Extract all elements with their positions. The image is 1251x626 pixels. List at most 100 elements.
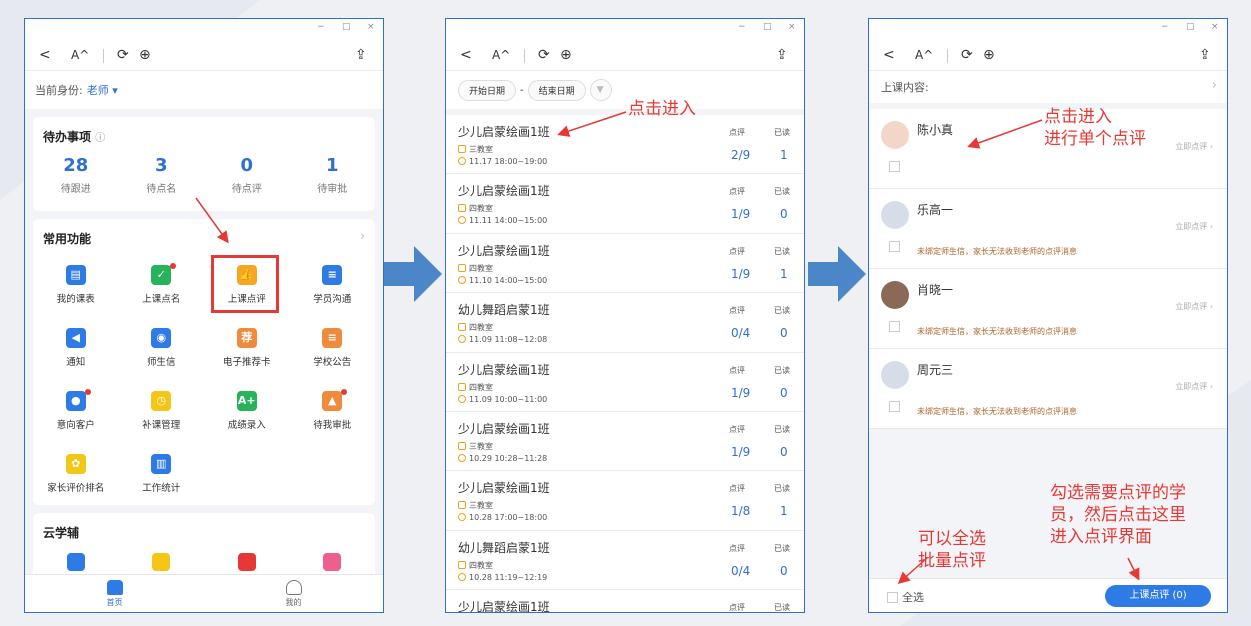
class-content-label: 上课内容: <box>881 81 929 94</box>
font-size-icon[interactable]: A^ <box>492 45 510 65</box>
feature-item[interactable]: ◷ 补课管理 <box>119 383 205 446</box>
role-selector[interactable]: 老师 ▾ <box>87 82 118 98</box>
back-icon[interactable]: < <box>883 45 895 65</box>
class-row[interactable]: 幼儿舞蹈启蒙1班 四教室 10.28 11:19~12:19 点评 已读 0/4 0 <box>446 530 804 591</box>
feature-item[interactable]: A+ 成绩录入 <box>204 383 290 446</box>
share-icon[interactable]: ⇪ <box>776 45 788 65</box>
rate-now-link[interactable]: 立即点评 › <box>1175 301 1213 312</box>
read-header: 已读 <box>774 246 790 256</box>
form-icon[interactable] <box>323 553 342 571</box>
highlight-box <box>211 255 279 313</box>
minimize-button[interactable]: − <box>317 22 325 32</box>
date-dash: - <box>520 84 524 96</box>
globe-icon[interactable]: ⊕ <box>139 45 151 65</box>
maximize-button[interactable]: □ <box>342 22 351 32</box>
class-time: 11.09 10:00~11:00 <box>458 394 547 404</box>
edit-icon[interactable] <box>66 553 85 571</box>
student-row: 乐高一 立即点评 › 未绑定师生信，家长无法收到老师的点评消息 <box>869 189 1227 269</box>
announcement-icon: ≡ <box>322 328 343 348</box>
feature-item[interactable]: ✓ 上课点名 <box>119 257 205 320</box>
minimize-button[interactable]: − <box>1161 22 1169 32</box>
feature-item[interactable]: ✿ 家长评价排名 <box>33 446 119 509</box>
globe-icon[interactable]: ⊕ <box>560 45 572 65</box>
help-icon[interactable]: ⓘ <box>95 133 105 144</box>
comment-header: 点评 <box>729 543 745 553</box>
question-icon[interactable] <box>237 553 256 571</box>
maximize-button[interactable]: □ <box>1186 22 1195 32</box>
class-row[interactable]: 少儿启蒙绘画1班 四教室 11.09 10:00~11:00 点评 已读 1/9 0 <box>446 352 804 412</box>
end-date-button[interactable]: 结束日期 <box>527 79 586 101</box>
feature-item[interactable]: ▲ 待我审批 <box>290 383 376 446</box>
maximize-button[interactable]: □ <box>763 22 772 32</box>
feature-item[interactable]: ◉ 师生信 <box>119 320 205 383</box>
date-filter: 开始日期 - 结束日期 ▼ <box>446 71 804 109</box>
student-checkbox[interactable] <box>889 321 900 332</box>
classroom-label: 四教室 <box>469 382 493 392</box>
nav-mine[interactable]: 我的 <box>204 575 383 612</box>
back-icon[interactable]: < <box>460 45 472 65</box>
clock-icon <box>458 216 466 225</box>
rate-now-link[interactable]: 立即点评 › <box>1175 221 1213 232</box>
student-checkbox[interactable] <box>889 241 900 252</box>
classroom: 四教室 <box>458 263 493 274</box>
task-icon[interactable] <box>152 553 171 571</box>
class-row[interactable]: 幼儿舞蹈启蒙1班 四教室 11.09 11:08~12:08 点评 已读 0/4 0 <box>446 293 804 353</box>
back-icon[interactable]: < <box>39 45 51 65</box>
font-size-icon[interactable]: A^ <box>71 45 89 65</box>
avatar <box>881 361 909 389</box>
class-time: 11.09 11:08~12:08 <box>458 335 547 344</box>
class-row[interactable]: 少儿启蒙绘画1班 四教室 11.10 14:00~15:00 点评 已读 1/9 1 <box>446 233 804 294</box>
rate-now-link[interactable]: 立即点评 › <box>1175 381 1213 392</box>
avatar <box>881 281 909 309</box>
comment-count: 1/9 <box>731 444 751 459</box>
class-row[interactable]: 少儿启蒙绘画1班 四教室 11.11 14:00~15:00 点评 已读 1/9 0 <box>446 174 804 234</box>
todo-stat[interactable]: 0 待点评 <box>204 155 290 195</box>
font-size-icon[interactable]: A^ <box>915 45 933 65</box>
class-row[interactable]: 少儿启蒙绘画1班 三教室 10.28 17:00~18:00 点评 已读 1/8 1 <box>446 471 804 531</box>
refresh-icon[interactable]: ⟳ <box>117 45 129 65</box>
select-all[interactable]: 全选 <box>887 589 924 605</box>
read-count: 1 <box>780 148 788 162</box>
feature-item[interactable]: ▥ 工作统计 <box>119 446 205 509</box>
read-count: 1 <box>780 266 788 281</box>
class-time-label: 11.17 18:00~19:00 <box>469 157 548 166</box>
title-bar: − □ × <box>869 19 1227 41</box>
feature-item[interactable]: ≡ 学员沟通 <box>290 257 376 320</box>
submit-review-button[interactable]: 上课点评 (0) <box>1105 585 1211 607</box>
refresh-icon[interactable]: ⟳ <box>538 45 550 65</box>
feature-item[interactable]: ◀ 通知 <box>33 320 119 383</box>
select-all-checkbox[interactable] <box>887 592 898 603</box>
nav-home[interactable]: 首页 <box>25 575 204 612</box>
chevron-right-icon[interactable]: › <box>360 229 365 243</box>
divider <box>947 49 948 63</box>
class-content-row[interactable]: 上课内容: › <box>869 71 1227 103</box>
todo-stat[interactable]: 1 待审批 <box>290 155 376 195</box>
read-count: 0 <box>780 444 788 459</box>
student-checkbox[interactable] <box>889 401 900 412</box>
start-date-button[interactable]: 开始日期 <box>458 79 517 101</box>
megaphone-icon: ◀ <box>65 328 86 348</box>
class-row[interactable]: 少儿启蒙绘画1班 点评 已读 <box>446 590 804 612</box>
clock-icon <box>458 394 466 403</box>
minimize-button[interactable]: − <box>738 22 746 32</box>
close-button[interactable]: × <box>367 22 375 32</box>
todo-stat[interactable]: 28 待跟进 <box>33 155 119 195</box>
annotation-select-all: 可以全选 批量点评 <box>918 528 986 572</box>
feature-item[interactable]: ▤ 我的课表 <box>33 257 119 320</box>
refresh-icon[interactable]: ⟳ <box>961 45 973 65</box>
filter-dropdown[interactable]: ▼ <box>589 79 612 101</box>
share-icon[interactable]: ⇪ <box>1199 45 1211 65</box>
class-row[interactable]: 少儿启蒙绘画1班 三教室 11.17 18:00~19:00 点评 已读 2/9 1 <box>446 115 804 175</box>
todo-stat[interactable]: 3 待点名 <box>119 155 205 195</box>
student-checkbox[interactable] <box>889 161 900 172</box>
globe-icon[interactable]: ⊕ <box>983 45 995 65</box>
feature-item[interactable]: ● 意向客户 <box>33 383 119 446</box>
feature-item[interactable]: 荐 电子推荐卡 <box>204 320 290 383</box>
class-row[interactable]: 少儿启蒙绘画1班 三教室 10.29 10:28~11:28 点评 已读 1/9 0 <box>446 411 804 472</box>
cloud-title: 云学辅 <box>43 526 80 540</box>
feature-item[interactable]: ≡ 学校公告 <box>290 320 376 383</box>
close-button[interactable]: × <box>788 22 796 32</box>
share-icon[interactable]: ⇪ <box>355 45 367 65</box>
rate-now-link[interactable]: 立即点评 › <box>1175 141 1213 152</box>
close-button[interactable]: × <box>1211 22 1219 32</box>
